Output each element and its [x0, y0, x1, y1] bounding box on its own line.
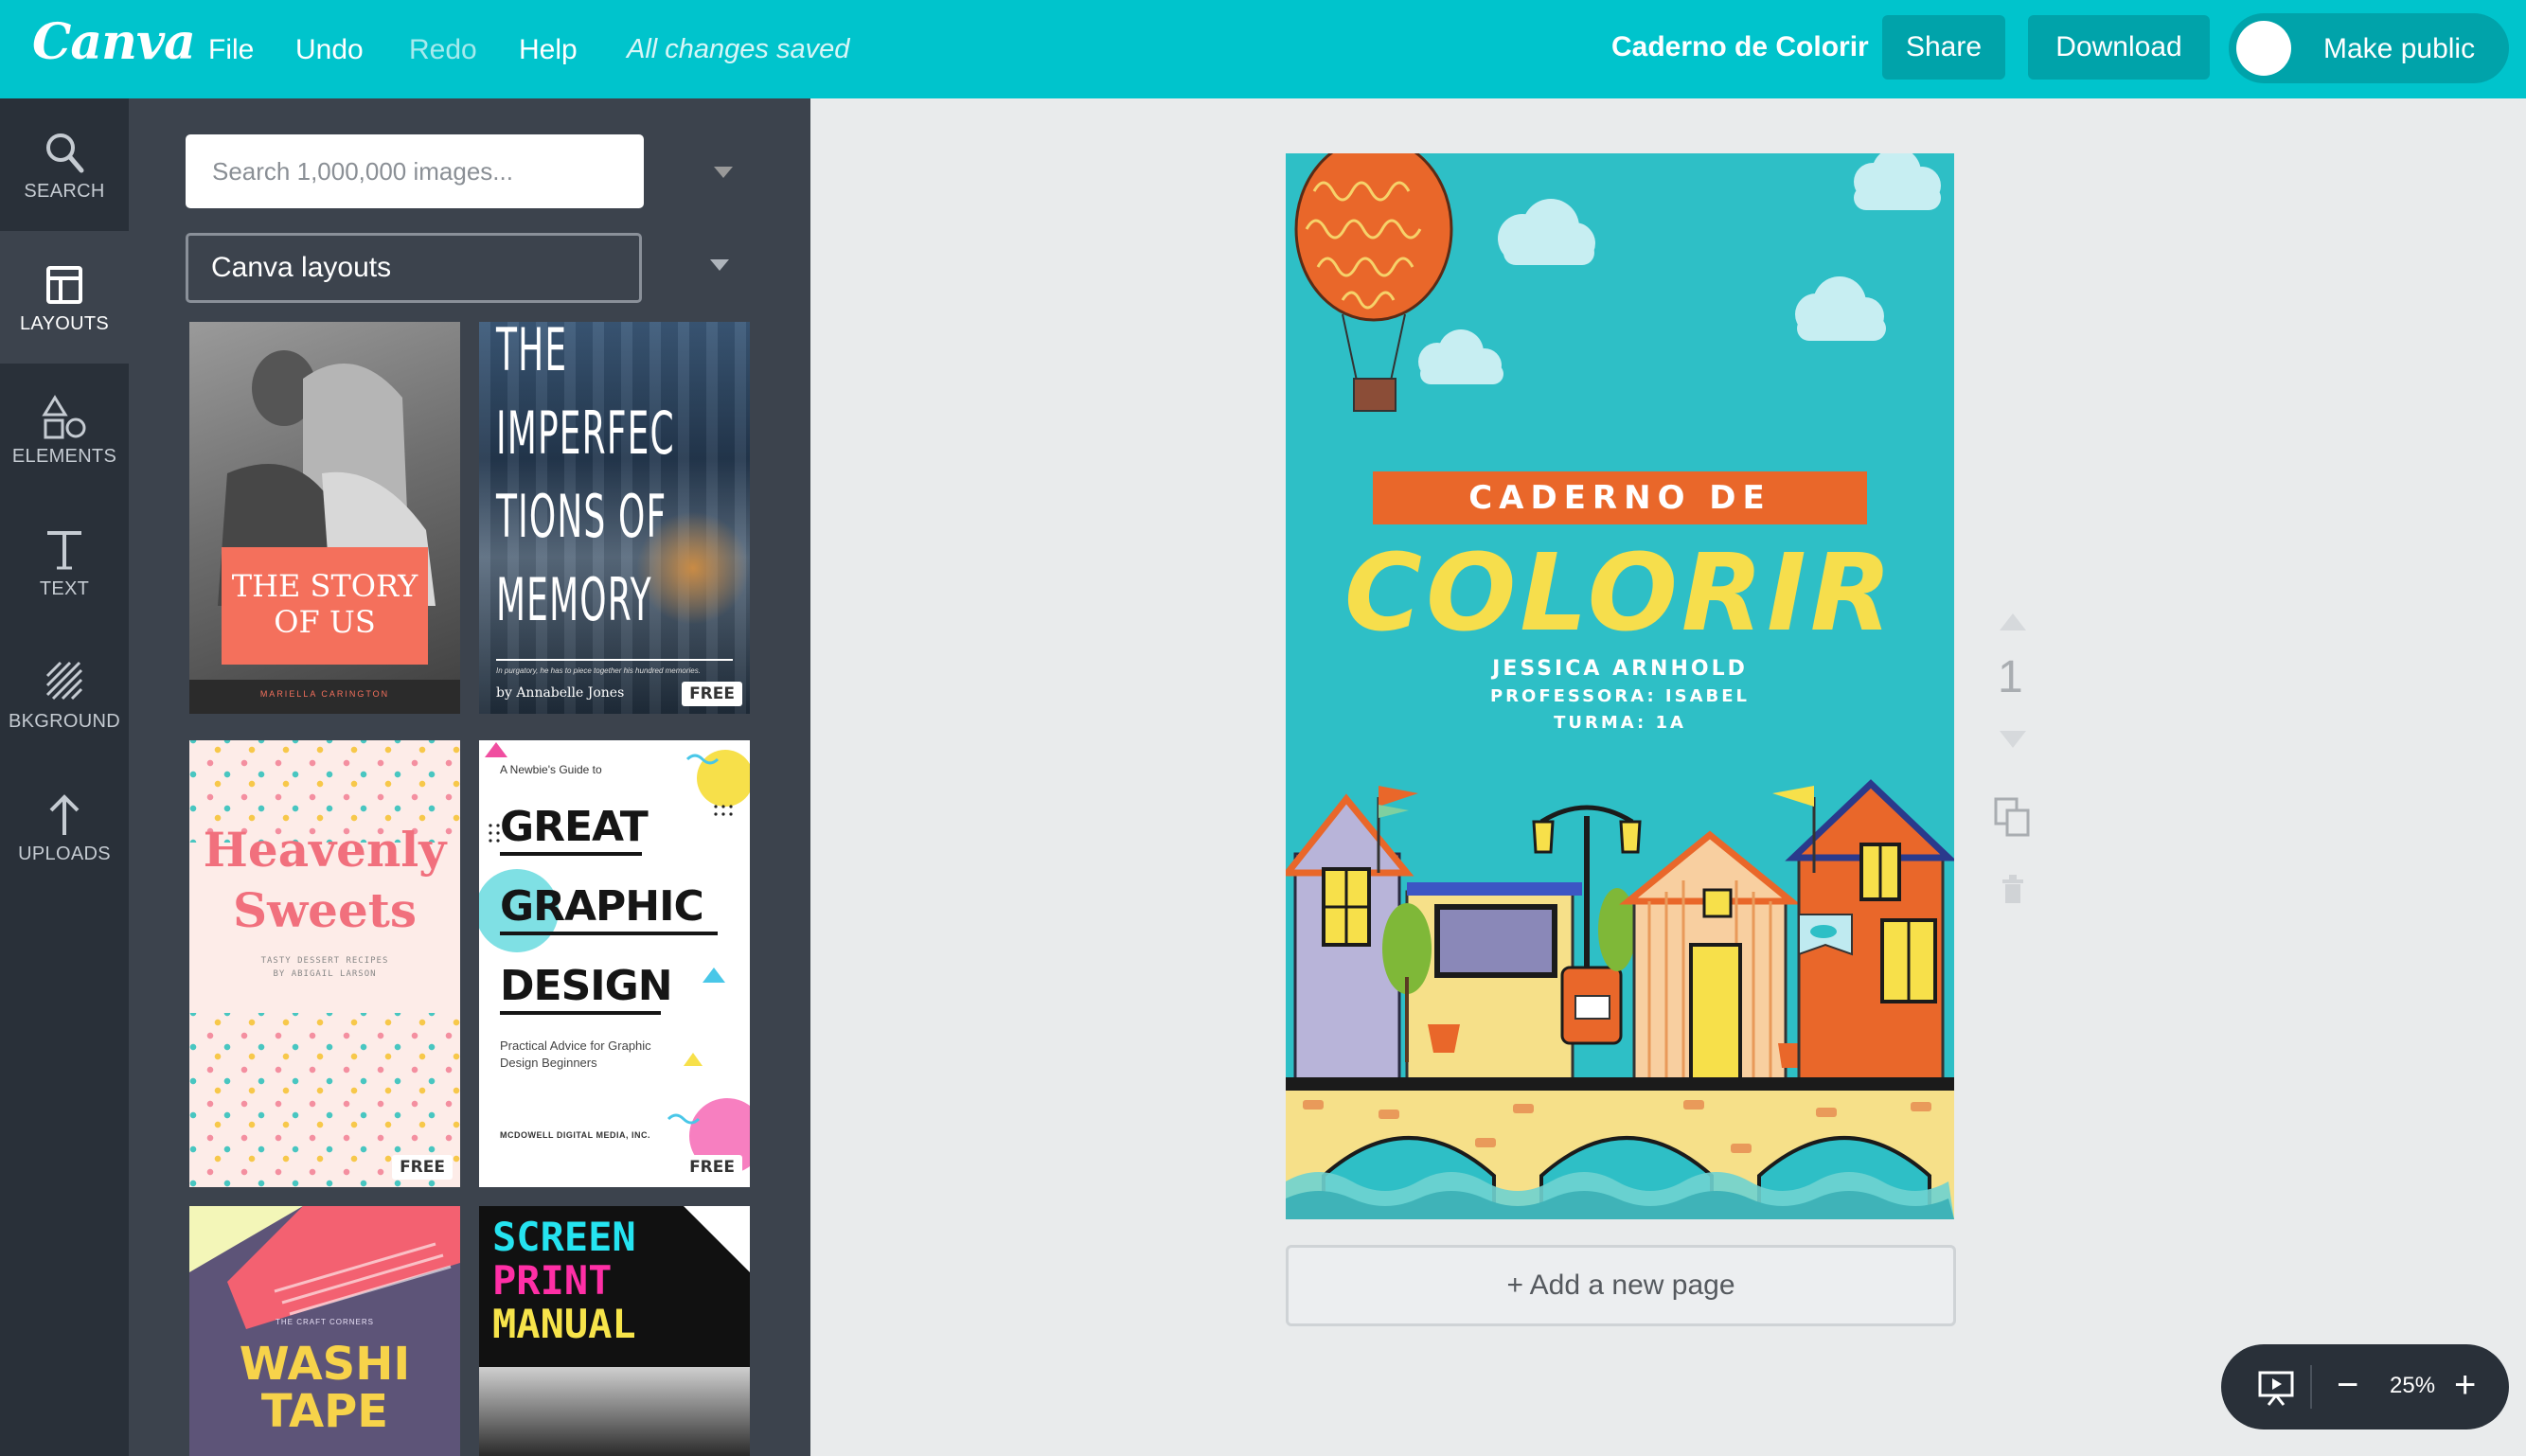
rail-label-background: BKGROUND: [9, 710, 120, 732]
toggle-knob: [2236, 21, 2291, 76]
story-author: MARIELLA CARINGTON: [259, 689, 390, 699]
sweets-sub-1: TASTY DESSERT RECIPES: [260, 956, 389, 966]
menu-redo[interactable]: Redo: [409, 34, 477, 66]
zoom-in-button[interactable]: +: [2454, 1361, 2476, 1409]
layout-source-select[interactable]: Canva layouts: [186, 233, 642, 303]
rail-item-uploads[interactable]: UPLOADS: [0, 761, 129, 894]
chevron-down-icon: [710, 259, 729, 271]
rail-label-elements: ELEMENTS: [11, 445, 117, 467]
cover-teacher: PROFESSORA: ISABEL: [1489, 686, 1751, 706]
sweets-title-line-1: Heavenly: [203, 822, 447, 878]
screen-title-line-2: PRINT: [492, 1257, 613, 1304]
trash-icon[interactable]: [2000, 873, 2026, 905]
cover-class: TURMA: 1A: [1554, 713, 1686, 733]
zoom-out-button[interactable]: −: [2337, 1361, 2358, 1409]
share-button[interactable]: Share: [1882, 15, 2005, 80]
graphic-kicker: A Newbie's Guide to: [500, 763, 602, 776]
graphic-publisher: MCDOWELL DIGITAL MEDIA, INC.: [500, 1130, 650, 1140]
cover-info[interactable]: JESSICA ARNHOLD PROFESSORA: ISABEL TURMA…: [1286, 655, 1954, 737]
layout-thumb-heavenly-sweets[interactable]: Heavenly Sweets TASTY DESSERT RECIPES BY…: [189, 740, 460, 1187]
memory-title-line-1: THE: [496, 322, 568, 384]
screen-title: SCREEN PRINT MANUAL: [492, 1216, 636, 1346]
top-bar: Canva File Undo Redo Help All changes sa…: [0, 0, 2526, 98]
page-number: 1: [1998, 652, 2023, 702]
shapes-icon: [42, 394, 86, 438]
layouts-panel: Canva layouts THE STORY OF US MARIELLA C…: [129, 98, 810, 1456]
screen-title-line-3: MANUAL: [492, 1301, 636, 1347]
sweets-title: Heavenly Sweets: [189, 820, 460, 941]
memory-title-line-2: IMPERFEC: [496, 399, 675, 468]
story-title: THE STORY OF US: [222, 568, 428, 640]
rail-item-background[interactable]: BKGROUND: [0, 629, 129, 761]
screen-title-line-1: SCREEN: [492, 1214, 636, 1260]
search-dropdown-icon[interactable]: [714, 167, 733, 178]
download-button[interactable]: Download: [2028, 15, 2210, 80]
menu-help[interactable]: Help: [519, 34, 578, 66]
free-badge: FREE: [682, 1155, 742, 1180]
free-badge: FREE: [682, 682, 742, 706]
move-page-down-icon[interactable]: [2000, 731, 2026, 748]
sweets-subtitle: TASTY DESSERT RECIPES BY ABIGAIL LARSON: [189, 954, 460, 981]
layout-thumb-story-of-us[interactable]: THE STORY OF US MARIELLA CARINGTON: [189, 322, 460, 714]
text-icon: [47, 530, 81, 569]
zoom-level[interactable]: 25%: [2390, 1373, 2435, 1399]
move-page-up-icon[interactable]: [2000, 613, 2026, 630]
layout-thumb-screen-print-manual[interactable]: SCREEN PRINT MANUAL: [479, 1206, 750, 1456]
menu-file[interactable]: File: [208, 34, 254, 66]
cover-author: JESSICA ARNHOLD: [1492, 657, 1748, 681]
washi-title-line-2: TAPE: [260, 1385, 389, 1438]
image-search-input[interactable]: [186, 134, 644, 208]
graphic-title: GREAT GRAPHIC DESIGN: [500, 788, 704, 1026]
save-status: All changes saved: [627, 34, 850, 64]
make-public-label: Make public: [2323, 33, 2476, 64]
present-icon[interactable]: [2257, 1369, 2295, 1407]
side-rail: SEARCH LAYOUTS ELEMENTS TEXT BKGROUND UP…: [0, 98, 129, 1456]
search-icon: [46, 133, 84, 172]
memory-title-line-3: TIONS OF: [496, 482, 667, 551]
layouts-icon: [46, 265, 82, 304]
make-public-toggle[interactable]: Make public: [2229, 13, 2509, 83]
story-title-line-2: OF US: [274, 604, 376, 640]
washi-kicker: THE CRAFT CORNERS: [276, 1318, 374, 1326]
zoom-bar: − 25% +: [2221, 1344, 2509, 1429]
menu-undo[interactable]: Undo: [295, 34, 364, 66]
rail-item-elements[interactable]: ELEMENTS: [0, 364, 129, 496]
memory-title: THE IMPERFEC TIONS OF MEMORY: [496, 322, 675, 642]
upload-arrow-icon: [49, 793, 80, 835]
canva-logo[interactable]: Canva: [32, 13, 196, 71]
washi-title: WASHI TAPE: [189, 1341, 460, 1435]
layout-thumb-washi-tape[interactable]: THE CRAFT CORNERS WASHI TAPE: [189, 1206, 460, 1456]
memory-title-line-4: MEMORY: [496, 565, 652, 634]
rail-label-uploads: UPLOADS: [18, 843, 111, 864]
rail-item-search[interactable]: SEARCH: [0, 98, 129, 231]
rail-label-text: TEXT: [39, 577, 90, 599]
layout-thumb-imperfections-memory[interactable]: THE IMPERFEC TIONS OF MEMORY In purgator…: [479, 322, 750, 714]
memory-author: by Annabelle Jones: [496, 685, 625, 701]
rail-label-search: SEARCH: [24, 180, 105, 202]
rail-label-layouts: LAYOUTS: [20, 312, 109, 334]
screen-photo: [479, 1367, 750, 1456]
add-page-button[interactable]: + Add a new page: [1286, 1245, 1956, 1326]
rail-item-layouts[interactable]: LAYOUTS: [0, 231, 129, 364]
memory-blurb: In purgatory, he has to piece together h…: [496, 666, 701, 675]
story-title-line-1: THE STORY: [231, 568, 418, 604]
free-badge: FREE: [392, 1155, 453, 1180]
sweets-title-line-2: Sweets: [232, 882, 418, 938]
rail-item-text[interactable]: TEXT: [0, 496, 129, 629]
washi-title-line-1: WASHI: [239, 1338, 411, 1391]
layout-thumb-great-graphic-design[interactable]: A Newbie's Guide to GREAT GRAPHIC DESIGN…: [479, 740, 750, 1187]
sweets-sub-2: BY ABIGAIL LARSON: [273, 969, 377, 979]
cover-banner-text[interactable]: CADERNO DE: [1373, 471, 1867, 524]
layout-source-value: Canva layouts: [211, 252, 392, 283]
cover-title[interactable]: COLORIR: [1286, 532, 1954, 655]
document-title[interactable]: Caderno de Colorir: [1611, 31, 1869, 63]
design-page[interactable]: CADERNO DE COLORIR JESSICA ARNHOLD PROFE…: [1286, 153, 1954, 1219]
graphic-subtitle: Practical Advice for Graphic Design Begi…: [500, 1039, 651, 1070]
background-pattern-icon: [45, 661, 83, 700]
duplicate-page-icon[interactable]: [1994, 797, 2032, 839]
